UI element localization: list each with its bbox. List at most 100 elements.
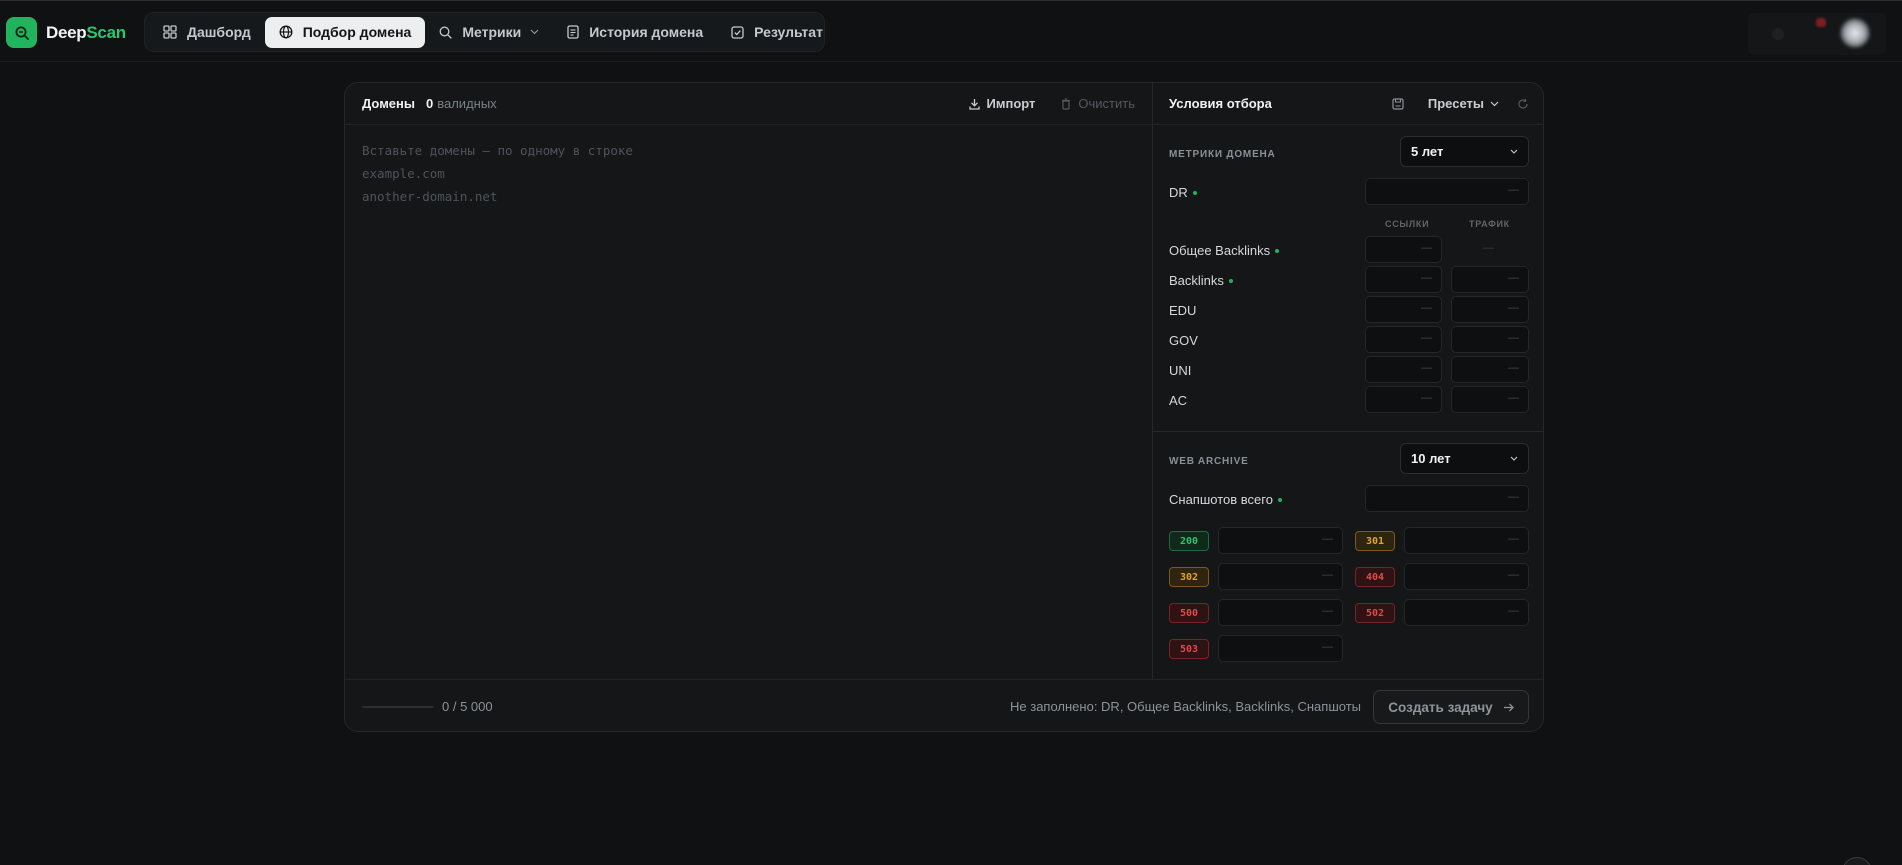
trash-icon [1062, 97, 1071, 110]
code-502-input[interactable] [1404, 599, 1529, 626]
create-task-button[interactable]: Создать задачу [1373, 690, 1529, 724]
edu-traffic-input[interactable] [1451, 296, 1529, 323]
missing-fields-text: Не заполнено: DR, Общее Backlinks, Backl… [1010, 699, 1361, 714]
select-value: 5 лет [1411, 144, 1444, 159]
presets-dropdown[interactable]: Пресеты [1428, 96, 1499, 111]
nav-item-dashboard[interactable]: Дашборд [149, 17, 265, 48]
code-200-input[interactable] [1218, 527, 1343, 554]
domains-panel: Домены 0 валидных Импорт Очистить Вставь… [345, 83, 1153, 679]
edu-links-input[interactable] [1365, 296, 1442, 323]
status-badge [1816, 18, 1826, 27]
code-badge-503: 503 [1169, 639, 1209, 659]
gov-traffic-input[interactable] [1451, 326, 1529, 353]
domain-metrics-label: МЕТРИКИ ДОМЕНА [1169, 149, 1276, 160]
code-503-input[interactable] [1218, 635, 1343, 662]
create-task-label: Создать задачу [1388, 699, 1493, 715]
snapshots-total-input[interactable] [1365, 485, 1529, 512]
uni-traffic-input[interactable] [1451, 356, 1529, 383]
backlinks-links-input[interactable] [1365, 266, 1442, 293]
uni-links-input[interactable] [1365, 356, 1442, 383]
arrow-right-icon [1503, 703, 1514, 711]
nav-item-label: Подбор домена [302, 24, 412, 40]
chevron-down-icon [1490, 101, 1499, 106]
placeholder-line: example.com [362, 166, 445, 181]
code-badge-302: 302 [1169, 567, 1209, 587]
filters-panel: Условия отбора Пресеты МЕТРИКИ ДОМЕНА 5 … [1153, 83, 1543, 679]
check-square-icon [731, 25, 744, 39]
code-302-input[interactable] [1218, 563, 1343, 590]
domains-counter: 0 / 5 000 [442, 699, 493, 714]
nav-item-label: История домена [589, 24, 704, 40]
import-button[interactable]: Импорт [968, 96, 1036, 111]
code-301-input[interactable] [1404, 527, 1529, 554]
ac-traffic-input[interactable] [1451, 386, 1529, 413]
valid-count: 0 [426, 96, 434, 111]
archive-period-select[interactable]: 10 лет [1400, 443, 1529, 474]
code-404-input[interactable] [1404, 563, 1529, 590]
globe-icon [279, 25, 293, 39]
filters-title: Условия отбора [1169, 96, 1272, 111]
main-nav: Дашборд Подбор домена Метрики История до… [144, 12, 825, 52]
logo-text: DeepScan [46, 22, 126, 42]
code-badge-200: 200 [1169, 531, 1209, 551]
total-backlinks-label: Общее Backlinks [1169, 243, 1280, 258]
user-area [1748, 13, 1886, 55]
ac-links-input[interactable] [1365, 386, 1442, 413]
required-dot [1277, 497, 1282, 502]
snapshots-total-label: Снапшотов всего [1169, 492, 1282, 507]
code-badge-404: 404 [1355, 567, 1395, 587]
presets-label: Пресеты [1427, 96, 1484, 111]
grid-icon [163, 25, 177, 39]
clear-label: Очистить [1078, 96, 1135, 111]
domain-selection-card: Домены 0 валидных Импорт Очистить Вставь… [344, 82, 1544, 732]
reset-icon[interactable] [1517, 98, 1529, 110]
domains-textarea[interactable]: Вставьте домены — по одному в строке exa… [362, 139, 633, 208]
gov-links-input[interactable] [1365, 326, 1442, 353]
required-dot [1228, 278, 1233, 283]
code-500-input[interactable] [1218, 599, 1343, 626]
nav-item-domain-selection[interactable]: Подбор домена [264, 16, 426, 48]
nav-item-label: Метрики [462, 24, 522, 40]
save-icon[interactable] [1392, 97, 1404, 110]
chevron-down-icon [1510, 149, 1518, 154]
document-icon [567, 25, 579, 39]
select-value: 10 лет [1411, 451, 1451, 466]
domains-progress-bar [362, 706, 434, 708]
total-backlinks-traffic-empty: — [1483, 242, 1494, 254]
notification-icon[interactable] [1772, 28, 1784, 40]
valid-label: валидных [437, 96, 497, 111]
chevron-down-icon [530, 29, 539, 35]
clear-button[interactable]: Очистить [1061, 96, 1135, 111]
metrics-period-select[interactable]: 5 лет [1400, 136, 1529, 167]
help-button[interactable] [1842, 857, 1872, 865]
import-label: Импорт [986, 96, 1036, 111]
logo-search-icon [6, 17, 37, 48]
nav-item-label: Дашборд [187, 24, 251, 40]
section-divider [1153, 431, 1543, 432]
placeholder-line: another-domain.net [362, 189, 498, 204]
nav-item-domain-history[interactable]: История домена [553, 17, 717, 48]
col-traffic-header: ТРАФИК [1469, 219, 1510, 229]
avatar[interactable] [1840, 18, 1870, 48]
edu-label: EDU [1169, 303, 1197, 318]
gov-label: GOV [1169, 333, 1198, 348]
total-backlinks-links-input[interactable] [1365, 236, 1442, 263]
dr-label: DR [1169, 185, 1197, 200]
nav-item-label: Результат [754, 24, 823, 40]
required-dot [1275, 248, 1280, 253]
code-badge-301: 301 [1355, 531, 1395, 551]
filters-header: Условия отбора Пресеты [1153, 83, 1543, 125]
web-archive-label: WEB ARCHIVE [1169, 456, 1249, 467]
backlinks-label: Backlinks [1169, 273, 1233, 288]
domains-title: Домены [362, 96, 415, 111]
logo[interactable]: DeepScan [6, 17, 126, 48]
nav-item-result[interactable]: Результат [717, 17, 837, 48]
search-icon [439, 26, 452, 39]
required-dot [1192, 190, 1197, 195]
code-badge-500: 500 [1169, 603, 1209, 623]
chevron-down-icon [1510, 456, 1518, 461]
backlinks-traffic-input[interactable] [1451, 266, 1529, 293]
nav-item-metrics[interactable]: Метрики [425, 17, 553, 48]
dr-input[interactable] [1365, 178, 1529, 205]
code-badge-502: 502 [1355, 603, 1395, 623]
